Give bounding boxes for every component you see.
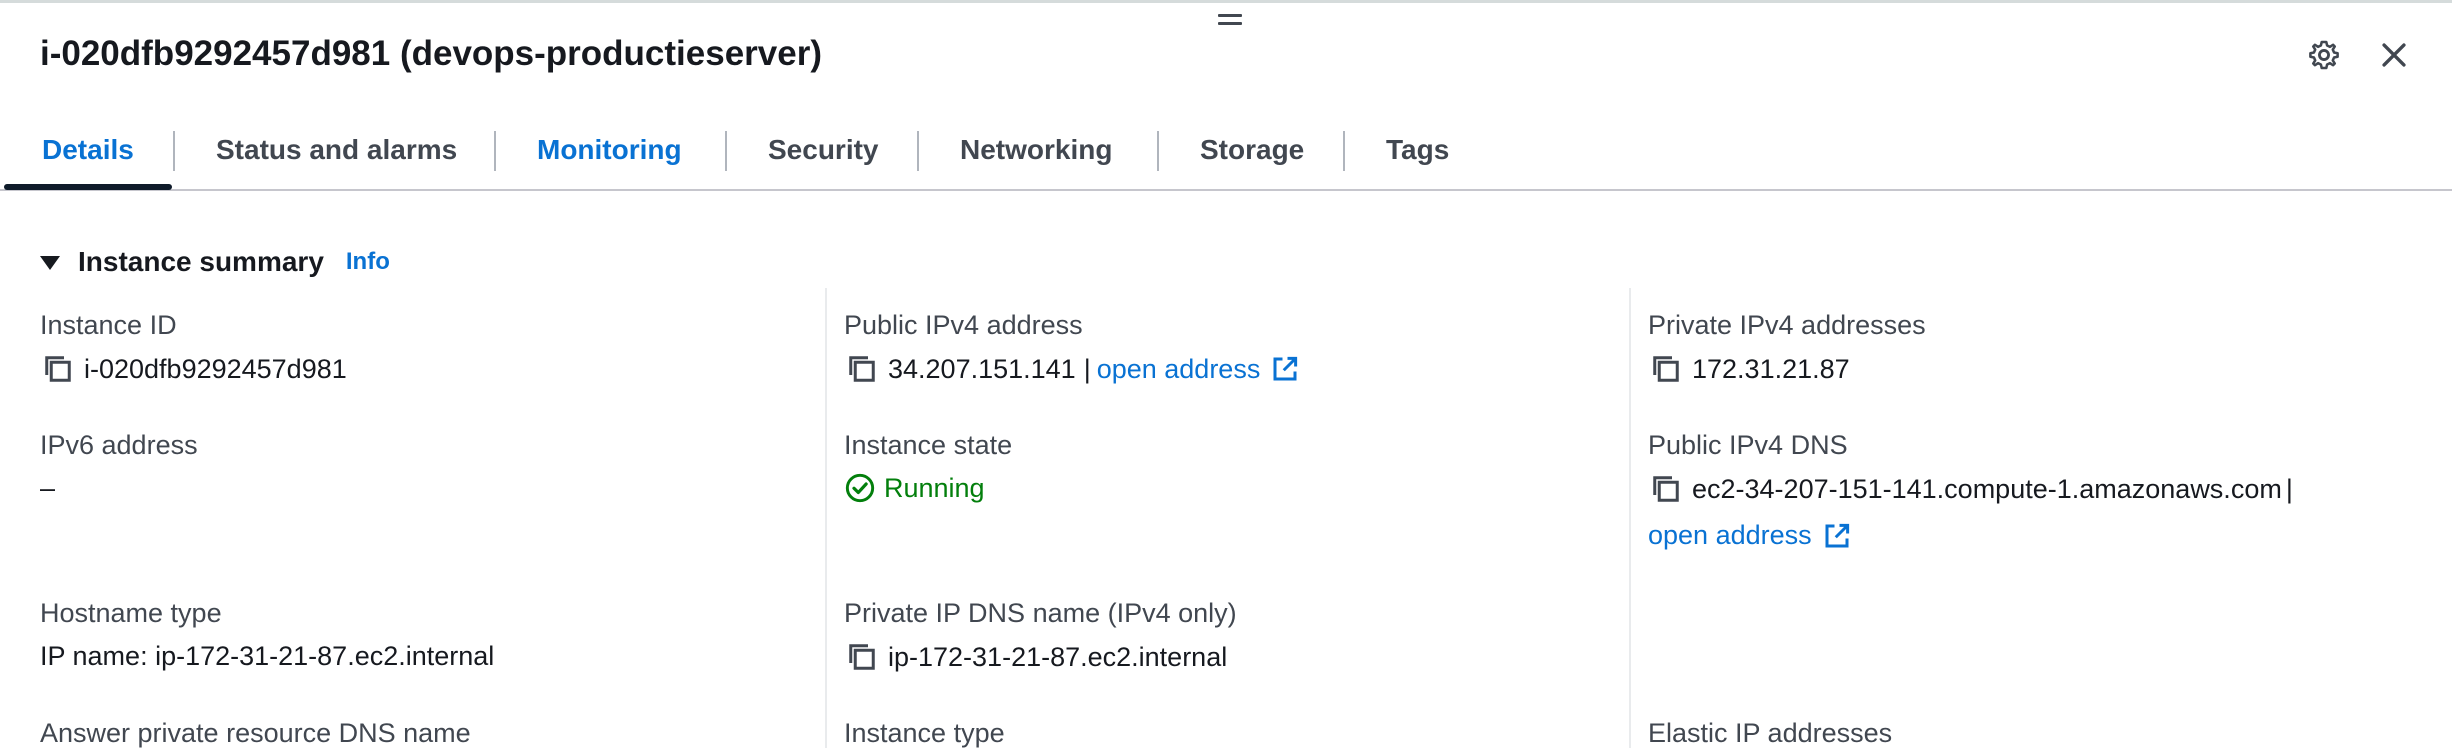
instance-id-value: i-020dfb9292457d981 xyxy=(84,354,347,384)
tab-separator xyxy=(494,131,496,171)
tab-separator xyxy=(173,131,175,171)
tab-separator xyxy=(725,131,727,171)
separator-bar: | xyxy=(2285,474,2293,504)
field-private-ipv4: Private IPv4 addresses 172.31.21.87 xyxy=(1648,308,1926,387)
ipv6-label: IPv6 address xyxy=(40,430,198,460)
copy-icon[interactable] xyxy=(844,351,880,387)
tab-status-and-alarms[interactable]: Status and alarms xyxy=(216,125,457,185)
public-ipv4-value: 34.207.151.141 xyxy=(888,354,1076,384)
field-instance-id: Instance ID i-020dfb9292457d981 xyxy=(40,308,347,387)
info-link[interactable]: Info xyxy=(346,248,390,276)
panel-title: i-020dfb9292457d981 (devops-productieser… xyxy=(40,34,822,73)
hostname-type-label: Hostname type xyxy=(40,598,222,628)
open-address-link[interactable]: open address xyxy=(1648,520,1812,551)
external-link-icon[interactable] xyxy=(1822,521,1852,551)
copy-icon[interactable] xyxy=(40,351,76,387)
external-link-icon[interactable] xyxy=(1270,354,1300,384)
column-divider xyxy=(825,288,827,748)
copy-icon[interactable] xyxy=(1648,351,1684,387)
tab-security[interactable]: Security xyxy=(768,125,879,185)
panel-top-border xyxy=(0,0,2452,3)
hostname-type-value: IP name: ip-172-31-21-87.ec2.internal xyxy=(40,641,495,671)
answer-dns-label: Answer private resource DNS name xyxy=(40,718,471,748)
tab-bar-border xyxy=(0,189,2452,191)
settings-gear-icon[interactable] xyxy=(2307,38,2341,72)
public-dns-open-address: open address xyxy=(1648,520,1852,551)
instance-state-label: Instance state xyxy=(844,430,1013,460)
tab-monitoring[interactable]: Monitoring xyxy=(537,125,682,185)
tab-storage[interactable]: Storage xyxy=(1200,125,1304,185)
tab-bar: Details Status and alarms Monitoring Sec… xyxy=(0,125,2452,191)
instance-state-value: Running xyxy=(884,473,985,503)
status-ok-icon xyxy=(845,473,875,503)
resize-handle[interactable] xyxy=(1218,12,1242,28)
elastic-ip-label: Elastic IP addresses xyxy=(1648,718,1893,748)
copy-icon[interactable] xyxy=(1648,471,1684,507)
field-instance-state: Instance state Running xyxy=(844,428,1012,505)
public-dns-value: ec2-34-207-151-141.compute-1.amazonaws.c… xyxy=(1692,474,2282,504)
private-dns-value: ip-172-31-21-87.ec2.internal xyxy=(888,642,1228,672)
separator-bar: | xyxy=(1083,354,1091,384)
tab-tags[interactable]: Tags xyxy=(1386,125,1449,185)
collapse-caret-icon[interactable] xyxy=(40,256,60,270)
instance-summary-header: Instance summary Info xyxy=(40,244,390,280)
instance-id-label: Instance ID xyxy=(40,310,177,340)
tab-networking[interactable]: Networking xyxy=(960,125,1112,185)
field-private-dns: Private IP DNS name (IPv4 only) ip-172-3… xyxy=(844,596,1237,675)
instance-summary-title: Instance summary xyxy=(78,246,324,277)
public-ipv4-label: Public IPv4 address xyxy=(844,310,1083,340)
tab-separator xyxy=(1343,131,1345,171)
field-answer-dns: Answer private resource DNS name xyxy=(40,716,471,750)
field-public-ipv4: Public IPv4 address 34.207.151.141 | ope… xyxy=(844,308,1300,387)
private-dns-label: Private IP DNS name (IPv4 only) xyxy=(844,598,1237,628)
open-address-link[interactable]: open address xyxy=(1097,352,1261,386)
field-ipv6: IPv6 address – xyxy=(40,428,198,505)
close-icon[interactable] xyxy=(2377,38,2411,72)
private-ipv4-value: 172.31.21.87 xyxy=(1692,354,1850,384)
active-tab-indicator xyxy=(4,184,172,190)
field-elastic-ip: Elastic IP addresses xyxy=(1648,716,1892,750)
ipv6-value: – xyxy=(40,473,56,503)
tab-separator xyxy=(917,131,919,171)
instance-type-label: Instance type xyxy=(844,718,1005,748)
public-dns-label: Public IPv4 DNS xyxy=(1648,430,1848,460)
tab-separator xyxy=(1157,131,1159,171)
copy-icon[interactable] xyxy=(844,639,880,675)
field-public-dns: Public IPv4 DNS ec2-34-207-151-141.compu… xyxy=(1648,428,2299,507)
column-divider xyxy=(1629,288,1631,748)
field-instance-type: Instance type xyxy=(844,716,1005,750)
private-ipv4-label: Private IPv4 addresses xyxy=(1648,310,1926,340)
tab-details[interactable]: Details xyxy=(42,125,134,185)
field-hostname-type: Hostname type IP name: ip-172-31-21-87.e… xyxy=(40,596,494,673)
